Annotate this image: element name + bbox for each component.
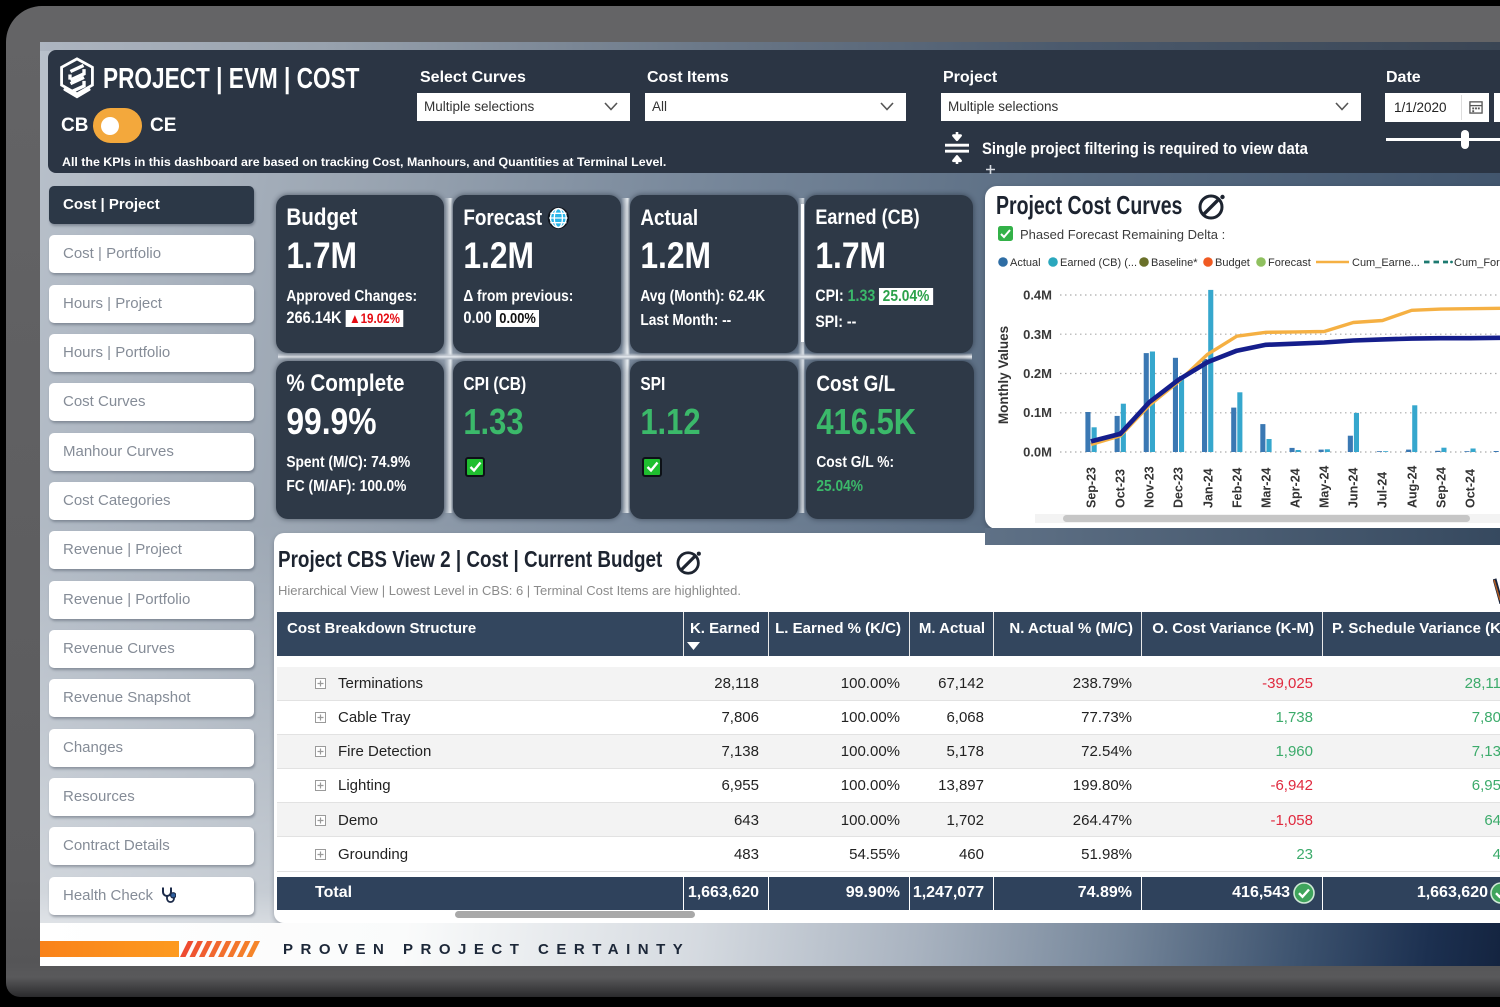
svg-text:Baseline*: Baseline* bbox=[1151, 257, 1198, 269]
svg-text:May-24: May-24 bbox=[1317, 466, 1331, 508]
svg-text:Nov-23: Nov-23 bbox=[1142, 466, 1156, 508]
svg-text:Oct-23: Oct-23 bbox=[1113, 469, 1127, 508]
svg-text:Jun-24: Jun-24 bbox=[1346, 468, 1360, 508]
svg-text:Dec-23: Dec-23 bbox=[1171, 467, 1185, 508]
svg-text:0.4M: 0.4M bbox=[1023, 288, 1052, 303]
svg-text:0.0M: 0.0M bbox=[1023, 445, 1052, 460]
svg-text:Cum_For: Cum_For bbox=[1454, 257, 1500, 269]
svg-text:Cum_Earne...: Cum_Earne... bbox=[1352, 257, 1420, 269]
svg-text:Mar-24: Mar-24 bbox=[1259, 468, 1273, 508]
svg-text:Apr-24: Apr-24 bbox=[1288, 468, 1302, 508]
svg-text:Budget: Budget bbox=[1215, 257, 1250, 269]
svg-text:Actual: Actual bbox=[1010, 257, 1041, 269]
svg-text:Earned (CB) (...: Earned (CB) (... bbox=[1060, 257, 1137, 269]
svg-text:0.3M: 0.3M bbox=[1023, 327, 1052, 342]
svg-text:Oct-24: Oct-24 bbox=[1463, 469, 1477, 508]
svg-text:Aug-24: Aug-24 bbox=[1405, 466, 1419, 508]
svg-text:Jan-24: Jan-24 bbox=[1201, 468, 1215, 508]
svg-text:Forecast: Forecast bbox=[1268, 257, 1311, 269]
svg-text:0.1M: 0.1M bbox=[1023, 405, 1052, 420]
svg-text:Sep-23: Sep-23 bbox=[1084, 467, 1098, 508]
svg-text:Jul-24: Jul-24 bbox=[1375, 472, 1389, 508]
svg-text:Sep-24: Sep-24 bbox=[1434, 467, 1448, 508]
svg-text:Feb-24: Feb-24 bbox=[1230, 468, 1244, 508]
svg-text:0.2M: 0.2M bbox=[1023, 366, 1052, 381]
